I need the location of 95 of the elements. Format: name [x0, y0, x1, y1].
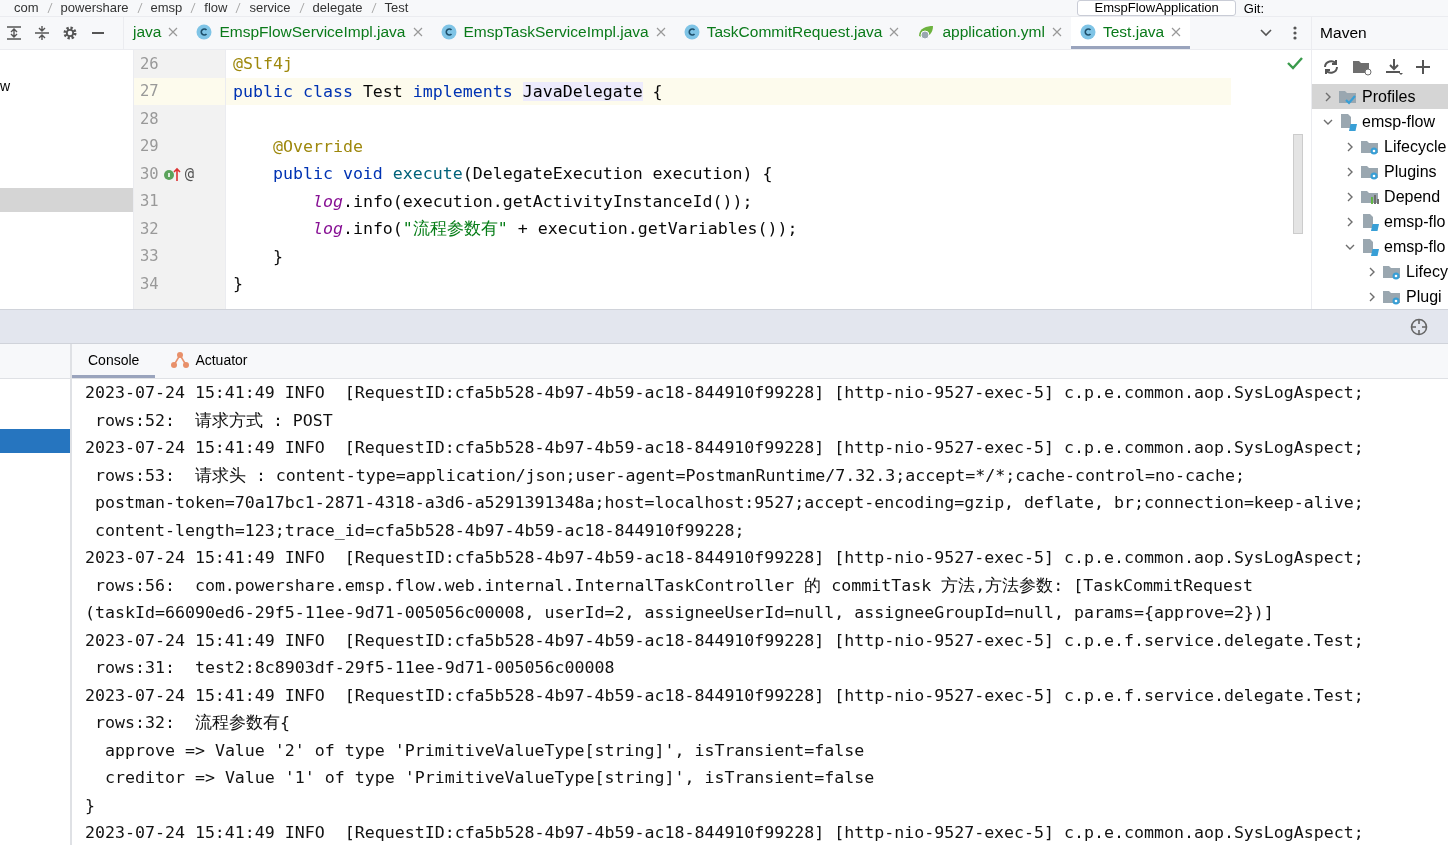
console-line: rows:31: test2:8c8903df-29f5-11ee-9d71-005056c00008 — [95, 658, 615, 677]
breadcrumb-separator-icon — [370, 2, 377, 14]
close-icon[interactable] — [1051, 26, 1062, 37]
line-number: 31 — [140, 192, 159, 211]
class-icon — [1079, 23, 1096, 40]
line-number: 27 — [140, 82, 159, 101]
leaf-gear-icon — [917, 23, 936, 40]
tree-item-label[interactable]: Plugins — [1384, 162, 1437, 181]
crosshair-icon[interactable] — [1410, 317, 1428, 336]
breadcrumb-item[interactable]: emsp — [150, 1, 183, 15]
close-icon[interactable] — [1171, 26, 1182, 37]
line-number: 33 — [140, 247, 159, 266]
console-line: content-length=123;trace_id=cfa5b528-4b97-4b59-ac18-844910f99228; — [95, 520, 745, 540]
line-number: 32 — [140, 219, 159, 238]
editor-tab[interactable]: TaskCommitRequest.java — [674, 17, 909, 49]
close-icon[interactable] — [168, 26, 179, 37]
console-tab[interactable]: Console — [72, 344, 156, 378]
tree-item-label[interactable]: Lifecycle — [1384, 137, 1447, 156]
tree-item-label[interactable]: emsp-flo — [1384, 212, 1446, 231]
code-line: log.info(execution.getActivityInstanceId()); — [311, 191, 753, 211]
editor-tab[interactable]: EmspFlowServiceImpl.java — [187, 17, 432, 49]
code-line: @Slf4j — [233, 54, 293, 73]
add-icon[interactable] — [1416, 60, 1431, 74]
settings-icon[interactable] — [62, 25, 78, 41]
breadcrumb-item[interactable]: Test — [384, 1, 409, 15]
tree-item-label[interactable]: Lifecy — [1406, 262, 1448, 281]
breadcrumb-separator-icon — [136, 2, 143, 14]
module-icon — [1360, 211, 1381, 232]
console-tab[interactable]: Actuator — [155, 344, 264, 378]
close-icon[interactable] — [889, 26, 900, 37]
module-icon — [1338, 111, 1359, 132]
line-number: 28 — [140, 109, 159, 128]
console-line: (taskId=66090ed6-29f5-11ee-9d71-005056c00008, userId=2, assigneeUserId=null, assigneeGroupId=null, params={approve=2})] — [85, 603, 1274, 622]
folder-icon[interactable] — [1352, 58, 1373, 76]
console-line: 2023-07-24 15:41:49 INFO [RequestID:cfa5b528-4b97-4b59-ac18-844910f99228] [http-nio-9527-exec-5] c.p.e.common.aop.SysLogAspect; — [85, 823, 1364, 842]
console-line: 2023-07-24 15:41:49 INFO [RequestID:cfa5b528-4b97-4b59-ac18-844910f99228] [http-nio-9527-exec-5] c.p.e.f.service.delegate.Test; — [85, 630, 1364, 650]
more-icon[interactable] — [1293, 25, 1298, 41]
class-icon — [440, 23, 457, 40]
scrollbar-icon[interactable] — [1293, 134, 1304, 234]
console-line: 2023-07-24 15:41:49 INFO [RequestID:cfa5b528-4b97-4b59-ac18-844910f99228] [http-nio-9527-exec-5] c.p.e.f.service.delegate.Test; — [85, 685, 1364, 705]
download-icon[interactable] — [1384, 58, 1405, 76]
project-tree-item[interactable]: w — [0, 74, 133, 98]
code-line: } — [271, 246, 283, 266]
console-line: 2023-07-24 15:41:49 INFO [RequestID:cfa5b528-4b97-4b59-ac18-844910f99228] [http-nio-9527-exec-5] c.p.e.common.aop.SysLogAspect; — [85, 383, 1364, 402]
breadcrumb-separator-icon — [235, 2, 242, 14]
console-line: 2023-07-24 15:41:49 INFO [RequestID:cfa5b528-4b97-4b59-ac18-844910f99228] [http-nio-9527-exec-5] c.p.e.common.aop.SysLogAspect; — [85, 548, 1364, 567]
breadcrumb-item[interactable]: flow — [204, 1, 228, 15]
breadcrumb-separator-icon — [190, 2, 197, 14]
console-line: approve => Value '2' of type 'PrimitiveValueType[string]', isTransient=false — [105, 740, 865, 760]
panel-title: Maven — [1312, 17, 1448, 50]
console-line: 2023-07-24 15:41:49 INFO [RequestID:cfa5b528-4b97-4b59-ac18-844910f99228] [http-nio-9527-exec-5] c.p.e.common.aop.SysLogAspect; — [85, 438, 1364, 457]
vcs-label: Git: — [1243, 0, 1264, 16]
console-line: postman-token=70a17bc1-2871-4318-a3d6-a5291391348a;host=localhost:9527;accept-encoding=gzip, deflate, br;connection=keep-alive; — [95, 493, 1364, 512]
code-line: log.info("流程参数有" + execution.getVariables()); — [311, 219, 798, 238]
class-icon — [683, 23, 700, 40]
breadcrumb-separator-icon — [298, 2, 305, 14]
tree-item-label[interactable]: emsp-flo — [1384, 237, 1446, 256]
tree-item-label[interactable]: Plugi — [1406, 287, 1442, 306]
console-line: creditor => Value '1' of type 'PrimitiveValueType[string]', isTransient=false — [105, 768, 875, 787]
console-line: rows:56: com.powershare.emsp.flow.web.internal.InternalTaskController 的 commitTask 方法,方法参数: [TaskCommitRequest — [95, 575, 1253, 595]
breadcrumb-item[interactable]: com — [14, 1, 39, 15]
line-number: 29 — [140, 137, 159, 156]
expand-all-icon[interactable] — [6, 25, 22, 41]
implement-marker-icon[interactable] — [162, 165, 181, 182]
breadcrumb-item[interactable]: delegate — [312, 1, 363, 15]
override-marker[interactable]: @ — [184, 164, 194, 183]
editor-tab[interactable]: EmspTaskServiceImpl.java — [431, 17, 675, 49]
editor-tab[interactable]: java — [124, 17, 188, 49]
editor-tab[interactable]: Test.java — [1070, 17, 1191, 49]
class-icon — [196, 23, 213, 40]
network-nodes-icon — [171, 350, 190, 369]
run-config-dropdown[interactable]: EmspFlowApplication — [1077, 0, 1236, 16]
close-icon[interactable] — [655, 26, 666, 37]
module-icon — [1360, 236, 1381, 257]
console-line: } — [85, 795, 95, 815]
console-line: rows:52: 请求方式 : POST — [95, 410, 333, 430]
breadcrumb-item[interactable]: powershare — [60, 1, 129, 15]
collapse-all-icon[interactable] — [34, 25, 50, 41]
line-number: 34 — [140, 274, 159, 293]
tree-item-label[interactable]: emsp-flow — [1362, 112, 1435, 131]
breadcrumb-item[interactable]: service — [249, 1, 291, 15]
code-line: public class Test implements JavaDelegate { — [233, 81, 663, 101]
breadcrumb-separator-icon — [46, 2, 53, 14]
line-number: 30 — [140, 164, 159, 183]
editor-tab[interactable]: application.yml — [908, 17, 1071, 49]
console-line: rows:32: 流程参数有{ — [95, 713, 290, 732]
console-line: rows:53: 请求头 : content-type=application/json;user-agent=PostmanRuntime/7.32.3;accept=*/*;cache-control=no-cache; — [95, 465, 1245, 485]
code-line: @Override — [271, 136, 363, 156]
code-line: } — [233, 274, 243, 293]
tree-item-label[interactable]: Depend — [1384, 187, 1441, 206]
code-line: public void execute(DelegateExecution execution) { — [271, 164, 773, 183]
check-icon — [1287, 56, 1304, 70]
close-icon[interactable] — [412, 26, 423, 37]
line-number: 26 — [140, 54, 159, 73]
refresh-icon[interactable] — [1322, 58, 1341, 76]
